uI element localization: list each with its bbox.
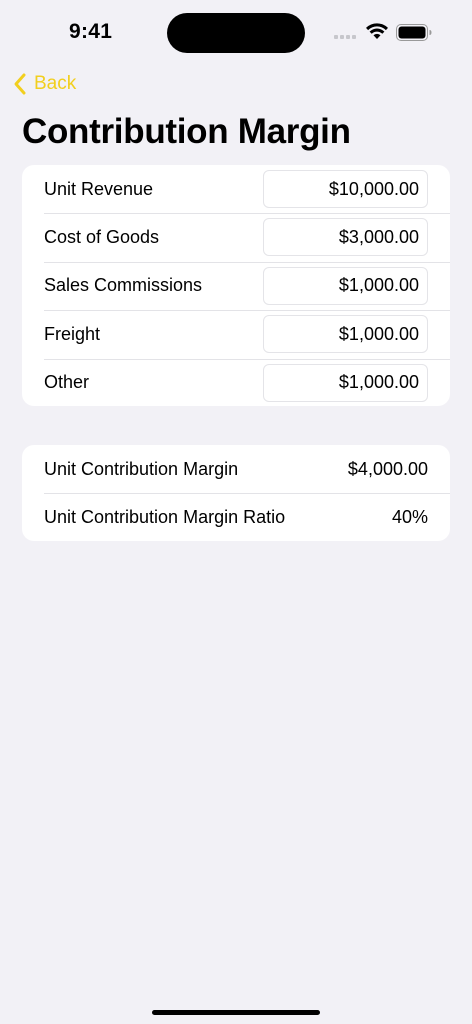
chevron-left-icon bbox=[14, 73, 26, 95]
cost-of-goods-field[interactable] bbox=[263, 218, 428, 257]
freight-field[interactable] bbox=[263, 315, 428, 354]
battery-icon bbox=[396, 24, 432, 41]
input-row-other: Other bbox=[22, 358, 450, 406]
result-row-unit-contribution-margin-ratio: Unit Contribution Margin Ratio 40% bbox=[22, 493, 450, 541]
status-time: 9:41 bbox=[69, 20, 113, 43]
unit-contribution-margin-label: Unit Contribution Margin bbox=[44, 458, 239, 479]
unit-contribution-margin-value: $4,000.00 bbox=[347, 458, 428, 479]
page-title: Contribution Margin bbox=[22, 112, 351, 151]
other-label: Other bbox=[44, 372, 90, 393]
inputs-card: Unit Revenue Cost of Goods Sales Commiss… bbox=[22, 165, 450, 406]
unit-revenue-label: Unit Revenue bbox=[44, 178, 154, 199]
input-row-sales-commissions: Sales Commissions bbox=[22, 261, 450, 310]
results-card: Unit Contribution Margin $4,000.00 Unit … bbox=[22, 445, 450, 541]
cost-of-goods-label: Cost of Goods bbox=[44, 227, 160, 248]
unit-contribution-margin-ratio-value: 40% bbox=[391, 506, 428, 527]
unit-contribution-margin-ratio-label: Unit Contribution Margin Ratio bbox=[44, 506, 286, 527]
home-indicator[interactable] bbox=[152, 1010, 320, 1015]
input-row-freight: Freight bbox=[22, 310, 450, 358]
other-field[interactable] bbox=[263, 363, 428, 402]
input-row-cost-of-goods: Cost of Goods bbox=[22, 213, 450, 261]
back-button[interactable]: Back bbox=[12, 70, 76, 98]
sales-commissions-label: Sales Commissions bbox=[44, 275, 203, 296]
freight-label: Freight bbox=[44, 323, 101, 344]
input-row-unit-revenue: Unit Revenue bbox=[22, 165, 450, 213]
unit-revenue-field[interactable] bbox=[263, 170, 428, 208]
sales-commissions-field[interactable] bbox=[263, 266, 428, 305]
back-label: Back bbox=[34, 73, 77, 94]
cellular-signal-icon bbox=[334, 35, 356, 39]
dynamic-island bbox=[167, 13, 305, 53]
status-bar: 9:41 bbox=[0, 0, 472, 60]
wifi-icon bbox=[366, 23, 388, 39]
result-row-unit-contribution-margin: Unit Contribution Margin $4,000.00 bbox=[22, 445, 450, 493]
